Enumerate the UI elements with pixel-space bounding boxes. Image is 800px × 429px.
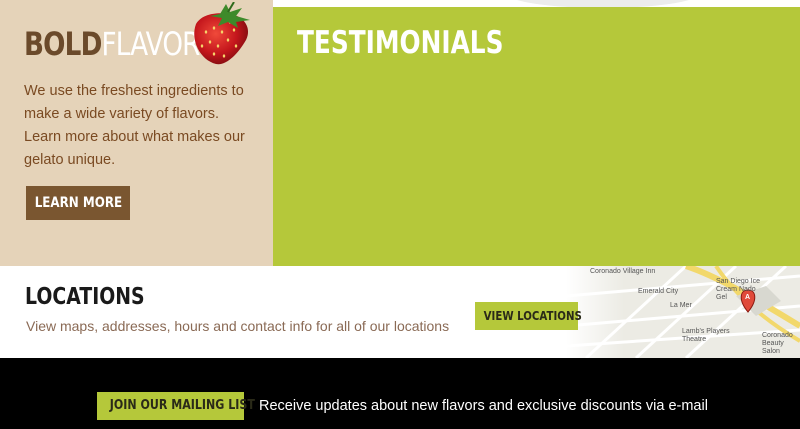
mailing-list-bar: JOIN OUR MAILING LIST Receive updates ab…	[0, 358, 800, 429]
mailing-description: Receive updates about new flavors and ex…	[259, 398, 708, 414]
learn-more-button[interactable]: LEARN MORE	[26, 186, 130, 220]
bold-flavor-panel: BOLDFLAVOR We use the freshest ingredien…	[0, 0, 273, 266]
map-label-ice-cream: San Diego Ice Cream Nado Gel	[716, 278, 760, 301]
view-locations-label: VIEW LOCATIONS	[483, 309, 582, 323]
map-label-emerald-city: Emerald City	[638, 288, 679, 295]
map-label-beauty-salon: Coronado Beauty Salon	[762, 332, 793, 355]
bold-flavor-heading: BOLDFLAVOR	[24, 24, 200, 64]
join-mailing-list-label: JOIN OUR MAILING LIST	[109, 398, 255, 413]
map-marker-letter: A	[745, 294, 751, 301]
view-locations-button[interactable]: VIEW LOCATIONS	[475, 302, 582, 330]
top-row: BOLDFLAVOR We use the freshest ingredien…	[0, 0, 800, 266]
learn-more-label: LEARN MORE	[34, 195, 122, 211]
top-strip	[273, 0, 800, 8]
locations-description: View maps, addresses, hours and contact …	[26, 318, 450, 334]
map-label-la-mer: La Mer	[670, 302, 692, 309]
locations-section: LOCATIONS View maps, addresses, hours an…	[0, 266, 800, 358]
join-mailing-list-button[interactable]: JOIN OUR MAILING LIST	[97, 392, 255, 420]
strawberry-image	[194, 2, 250, 65]
map-label-lambs-theatre: Lamb's Players Theatre	[682, 328, 730, 343]
map-label-village-inn: Coronado Village Inn	[590, 268, 656, 275]
promo-description: We use the freshest ingredients to make …	[24, 83, 245, 168]
testimonials-panel: TESTIMONIALS	[273, 7, 800, 266]
locations-map[interactable]: Coronado Village Inn Emerald City La Mer…	[566, 266, 800, 358]
heading-flavor-word: FLAVOR	[101, 25, 201, 63]
heading-bold-word: BOLD	[24, 25, 102, 63]
testimonials-heading: TESTIMONIALS	[297, 25, 504, 61]
locations-heading: LOCATIONS	[25, 284, 145, 310]
